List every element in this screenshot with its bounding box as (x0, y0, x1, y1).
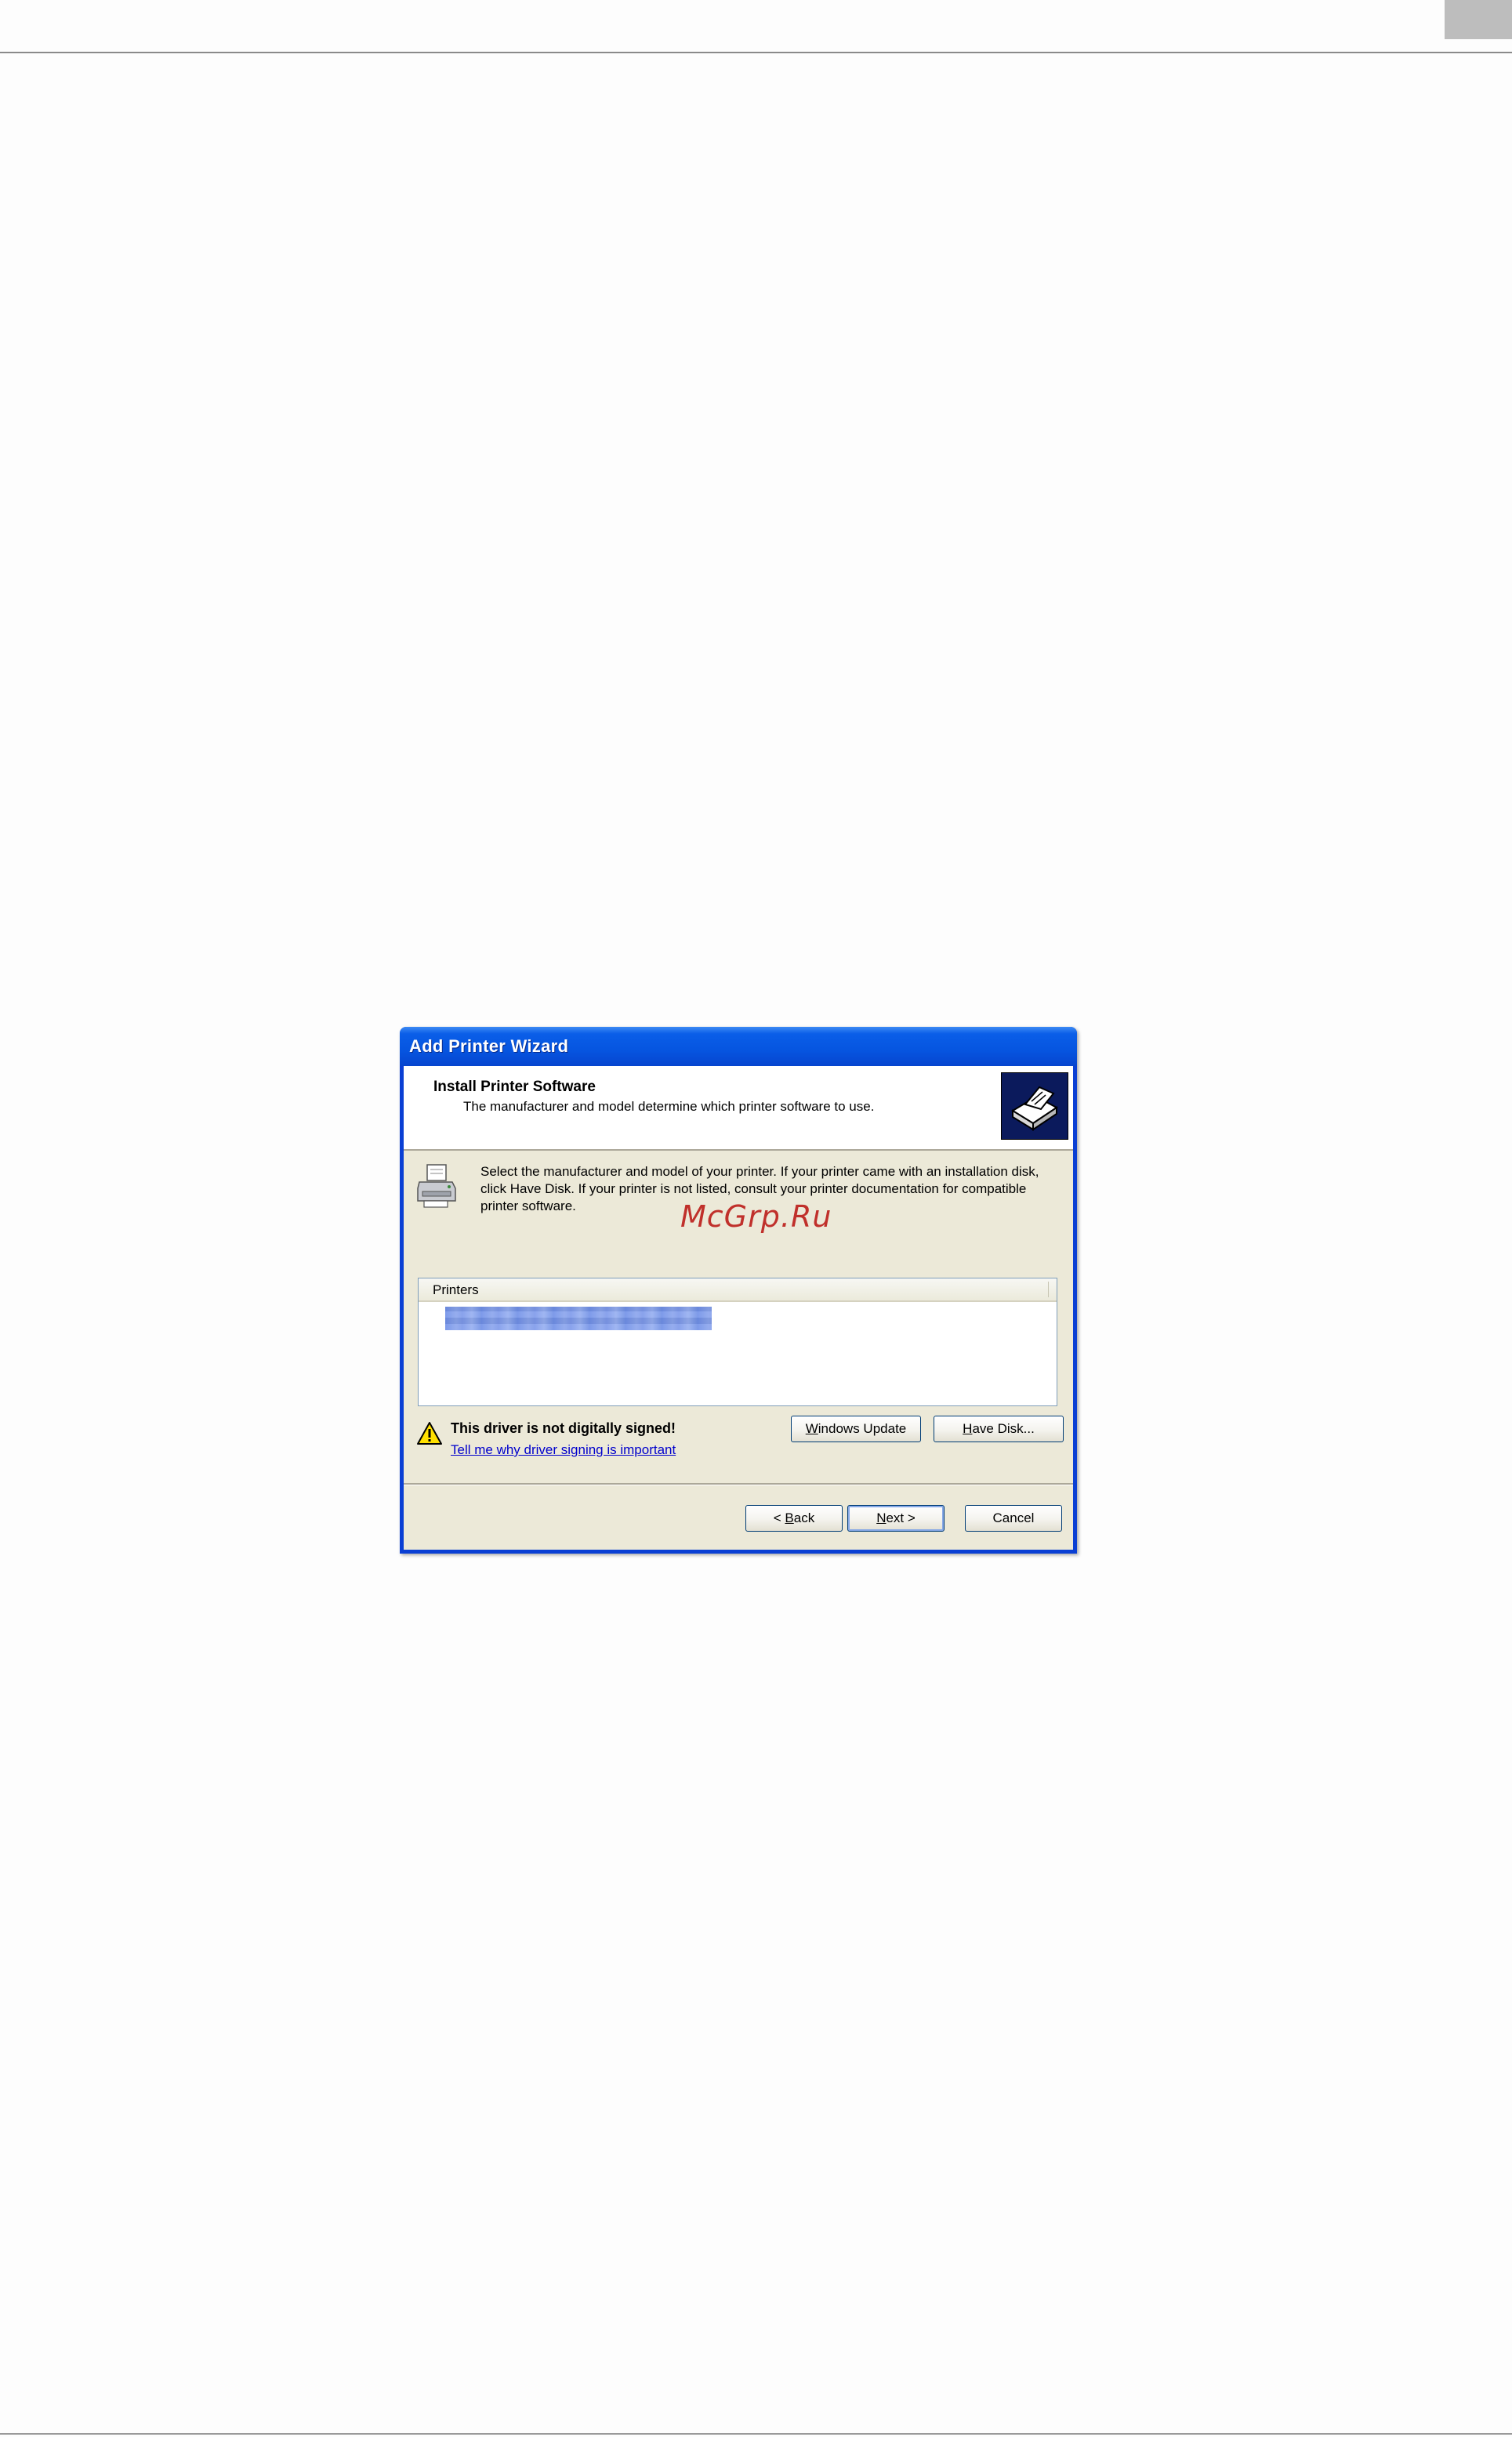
next-label: ext > (886, 1510, 916, 1525)
footer-separator (404, 1483, 1073, 1485)
printer-wizard-icon (1001, 1072, 1068, 1140)
unsigned-driver-warning: This driver is not digitally signed! (451, 1420, 676, 1436)
have-disk-button[interactable]: Have Disk... (934, 1416, 1064, 1442)
warning-icon (416, 1421, 443, 1446)
driver-signing-help-link[interactable]: Tell me why driver signing is important (451, 1442, 676, 1458)
next-accel: N (876, 1510, 887, 1525)
dialog-titlebar[interactable]: Add Printer Wizard (400, 1027, 1077, 1066)
add-printer-wizard-dialog: Add Printer Wizard Install Printer Softw… (400, 1027, 1077, 1554)
page-bottom-rule (0, 2433, 1512, 2435)
page-corner-tab (1445, 0, 1512, 39)
windows-update-label: indows Update (818, 1421, 907, 1436)
printers-column-header[interactable]: Printers (419, 1278, 1057, 1302)
wizard-header: Install Printer Software The manufacture… (404, 1066, 1073, 1151)
windows-update-button[interactable]: Windows Update (791, 1416, 921, 1442)
back-button[interactable]: < Back (745, 1505, 843, 1532)
back-accel: B (785, 1510, 794, 1525)
back-prefix: < (773, 1510, 785, 1525)
cancel-button[interactable]: Cancel (965, 1505, 1062, 1532)
column-separator (1048, 1282, 1049, 1297)
printer-list-item-selected[interactable] (445, 1307, 712, 1330)
windows-update-accel: W (805, 1421, 818, 1436)
next-button[interactable]: Next > (847, 1505, 945, 1532)
redacted-printer-name (445, 1307, 712, 1330)
dialog-title: Add Printer Wizard (409, 1036, 569, 1056)
dialog-client-area: Install Printer Software The manufacture… (404, 1066, 1073, 1550)
back-label: ack (793, 1510, 815, 1525)
printer-icon (415, 1162, 459, 1210)
printers-column-label: Printers (433, 1282, 479, 1297)
header-title: Install Printer Software (433, 1079, 596, 1095)
watermark: McGrp.Ru (680, 1199, 832, 1234)
header-subtitle: The manufacturer and model determine whi… (463, 1099, 875, 1114)
page-top-rule (0, 52, 1512, 53)
have-disk-accel: H (963, 1421, 973, 1436)
printers-listview[interactable]: Printers (418, 1278, 1057, 1406)
have-disk-label: ave Disk... (972, 1421, 1035, 1436)
